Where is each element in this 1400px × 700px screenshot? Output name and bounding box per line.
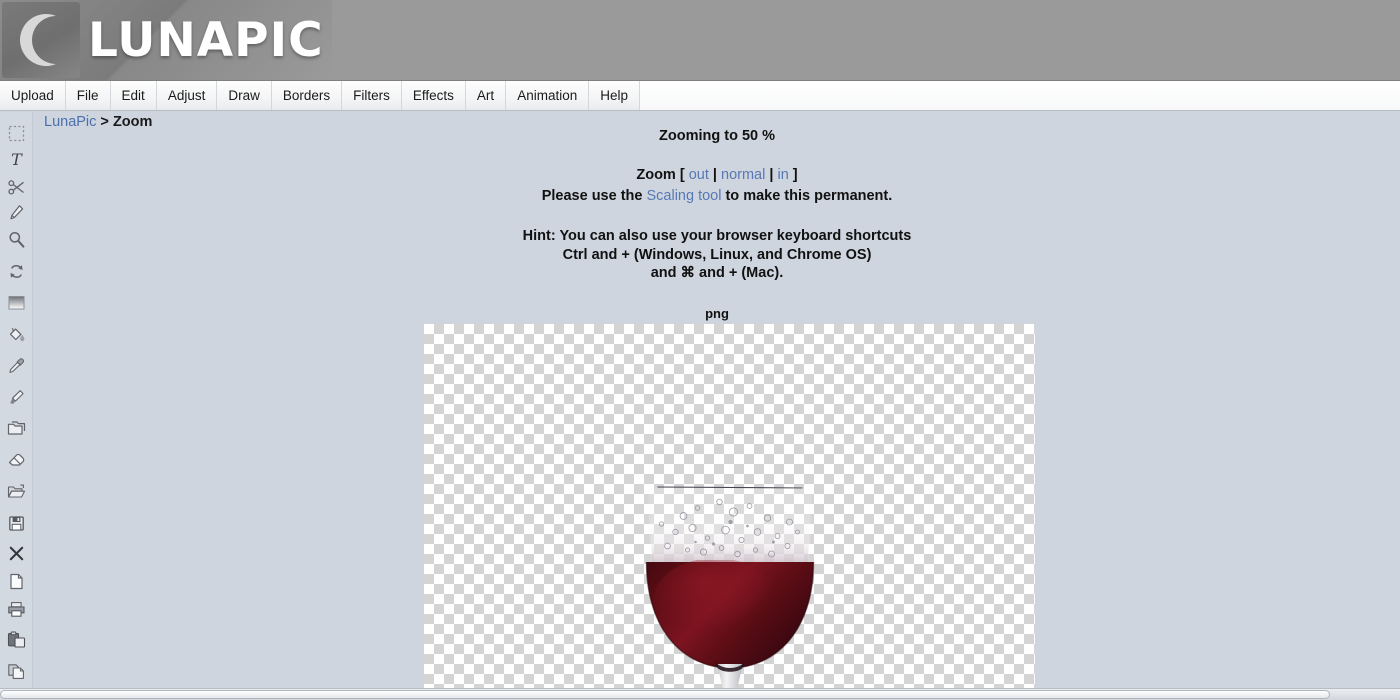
zoom-panel: Zooming to 50 % Zoom [ out | normal | in… — [34, 112, 1400, 321]
logo-icon-cell — [2, 2, 80, 78]
hint-line-3: and ⌘ and + (Mac). — [650, 265, 784, 281]
zoom-in-link[interactable]: in — [777, 167, 788, 183]
zoom-normal-link[interactable]: normal — [721, 167, 765, 183]
zoom-prefix-label: Zoom [ — [636, 167, 689, 183]
menubar-filler — [640, 81, 1400, 110]
gradient-icon[interactable] — [3, 289, 30, 316]
menu-item-edit[interactable]: Edit — [111, 81, 157, 110]
save-floppy-icon[interactable] — [3, 510, 30, 537]
new-page-icon[interactable] — [3, 568, 30, 595]
zoom-separator-2: | — [765, 167, 778, 183]
menu-item-file[interactable]: File — [66, 81, 111, 110]
scaling-prefix-label: Please use the — [541, 188, 647, 204]
svg-text:T: T — [11, 151, 23, 168]
layers-icon[interactable] — [3, 415, 30, 442]
zoom-status-text: Zooming to 50 % — [659, 128, 775, 144]
wine-glass-image — [645, 486, 814, 688]
paste-icon[interactable] — [3, 626, 30, 653]
menu-item-animation[interactable]: Animation — [506, 81, 590, 110]
open-folder-icon[interactable] — [3, 478, 30, 505]
image-canvas[interactable] — [424, 324, 1035, 688]
keyboard-hint-block: Hint: You can also use your browser keyb… — [34, 227, 1400, 283]
text-icon[interactable]: T — [3, 146, 30, 173]
hint-line-1: Hint: You can also use your browser keyb… — [522, 228, 912, 244]
menu-item-draw[interactable]: Draw — [217, 81, 272, 110]
content-area: LunaPic > Zoom Zooming to 50 % Zoom [ ou… — [34, 112, 1400, 688]
horizontal-scrollbar-thumb[interactable] — [0, 690, 1330, 699]
crescent-moon-icon — [20, 13, 56, 66]
menu-item-art[interactable]: Art — [466, 81, 507, 110]
selection-marquee-icon[interactable] — [3, 120, 30, 147]
menu-item-borders[interactable]: Borders — [272, 81, 343, 110]
eraser-icon[interactable] — [3, 446, 30, 473]
menu-item-adjust[interactable]: Adjust — [157, 81, 218, 110]
scaling-tool-line: Please use the Scaling tool to make this… — [34, 186, 1400, 207]
magnifier-icon[interactable] — [3, 226, 30, 253]
logo-banner[interactable]: LUNAPIC — [0, 0, 332, 80]
paint-bucket-icon[interactable] — [3, 321, 30, 348]
printer-icon[interactable] — [3, 596, 30, 623]
brush-icon[interactable] — [3, 384, 30, 411]
header-banner: LUNAPIC — [0, 0, 1400, 80]
scissors-icon[interactable] — [3, 174, 30, 201]
zoom-controls-line: Zoom [ out | normal | in ] — [34, 165, 1400, 186]
close-x-icon[interactable] — [3, 540, 30, 567]
zoom-suffix-label: ] — [788, 167, 798, 183]
copy-icon[interactable] — [3, 658, 30, 685]
scaling-tool-link[interactable]: Scaling tool — [646, 188, 721, 204]
scaling-suffix-label: to make this permanent. — [721, 188, 893, 204]
menu-item-effects[interactable]: Effects — [402, 81, 466, 110]
rotate-icon[interactable] — [3, 258, 30, 285]
horizontal-scrollbar[interactable] — [0, 688, 1400, 700]
menu-item-help[interactable]: Help — [589, 81, 640, 110]
pencil-icon[interactable] — [3, 199, 30, 226]
file-type-label: png — [705, 305, 729, 321]
menu-item-filters[interactable]: Filters — [342, 81, 402, 110]
menu-item-upload[interactable]: Upload — [0, 81, 66, 110]
brand-wordmark: LUNAPIC — [88, 12, 324, 68]
zoom-out-link[interactable]: out — [689, 167, 709, 183]
zoom-separator-1: | — [708, 167, 722, 183]
tool-sidebar: T — [0, 112, 33, 688]
main-menubar: Upload File Edit Adjust Draw Borders Fil… — [0, 80, 1400, 111]
eyedropper-icon[interactable] — [3, 352, 30, 379]
lunapic-app-window: LUNAPIC Upload File Edit Adjust Draw Bor… — [0, 0, 1400, 700]
hint-line-2: Ctrl and + (Windows, Linux, and Chrome O… — [562, 246, 872, 263]
